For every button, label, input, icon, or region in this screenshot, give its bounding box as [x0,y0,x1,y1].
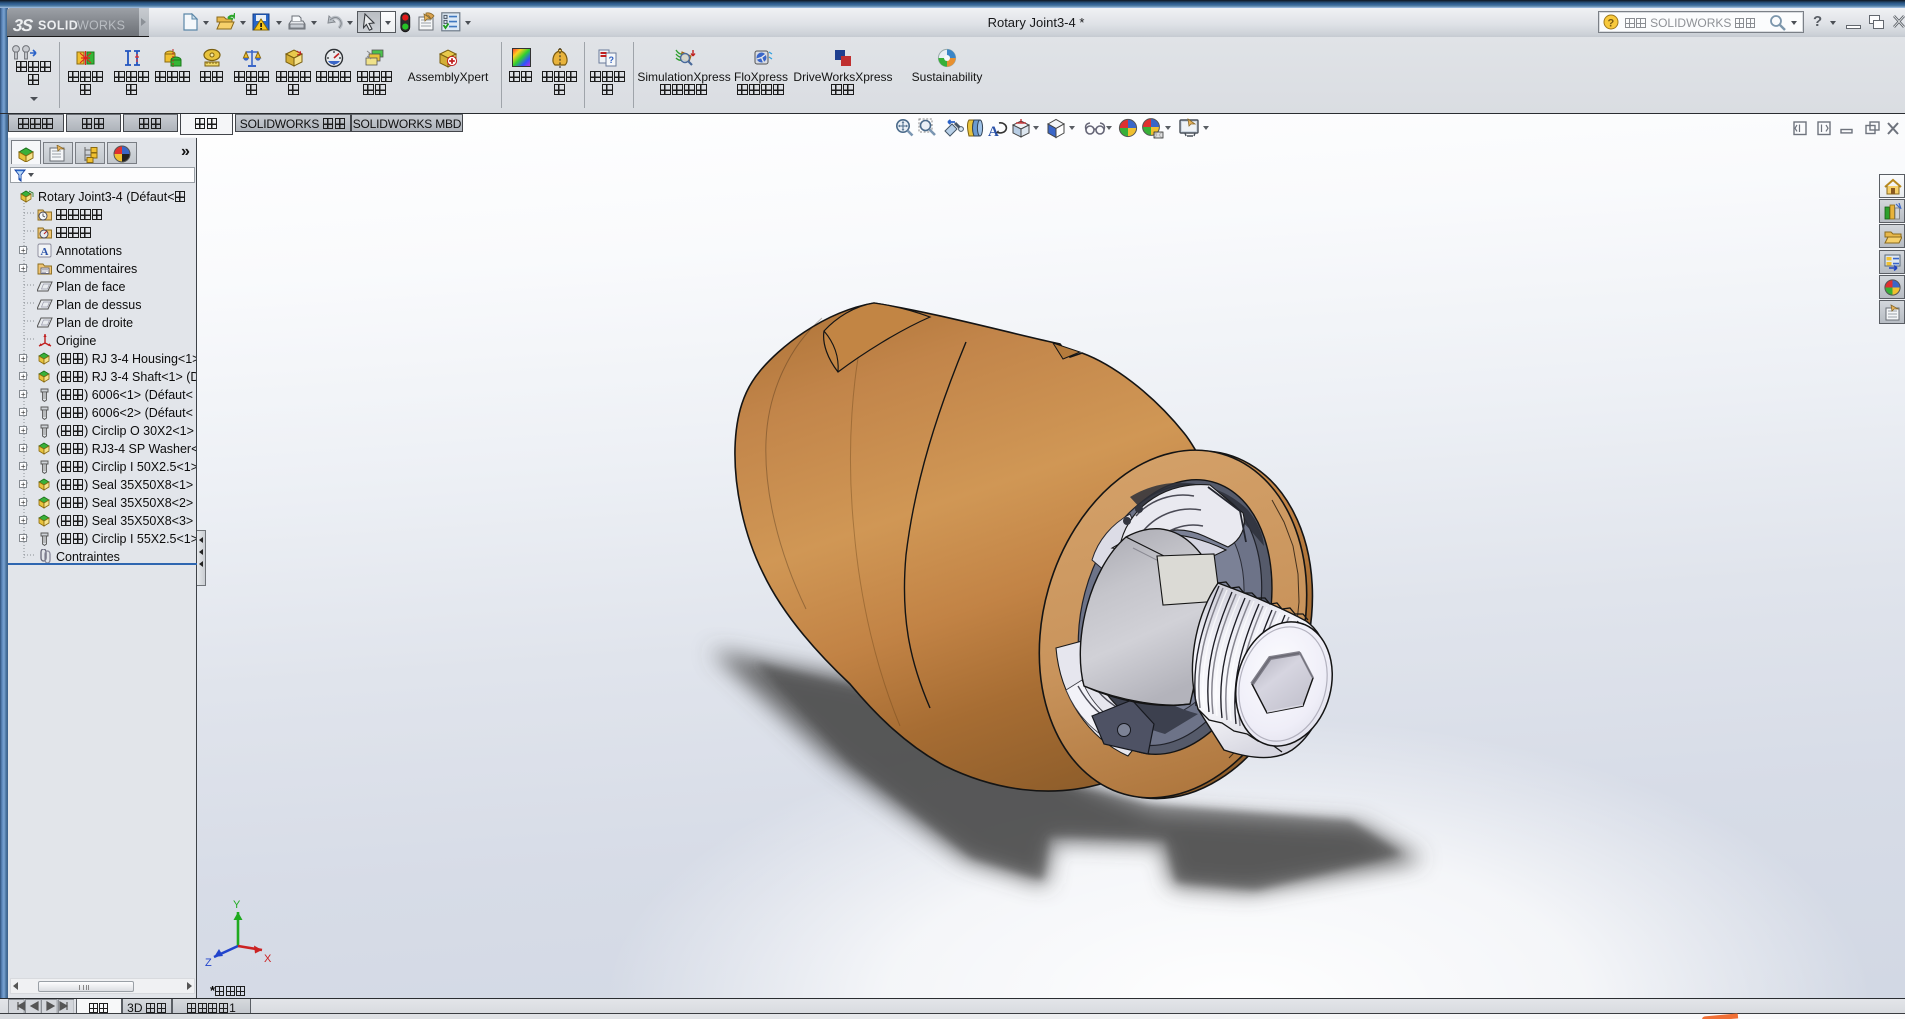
svg-text:A: A [41,246,49,258]
svg-text:X: X [264,953,272,965]
svg-text:Z: Z [205,957,212,969]
svg-text:Y: Y [233,899,241,911]
